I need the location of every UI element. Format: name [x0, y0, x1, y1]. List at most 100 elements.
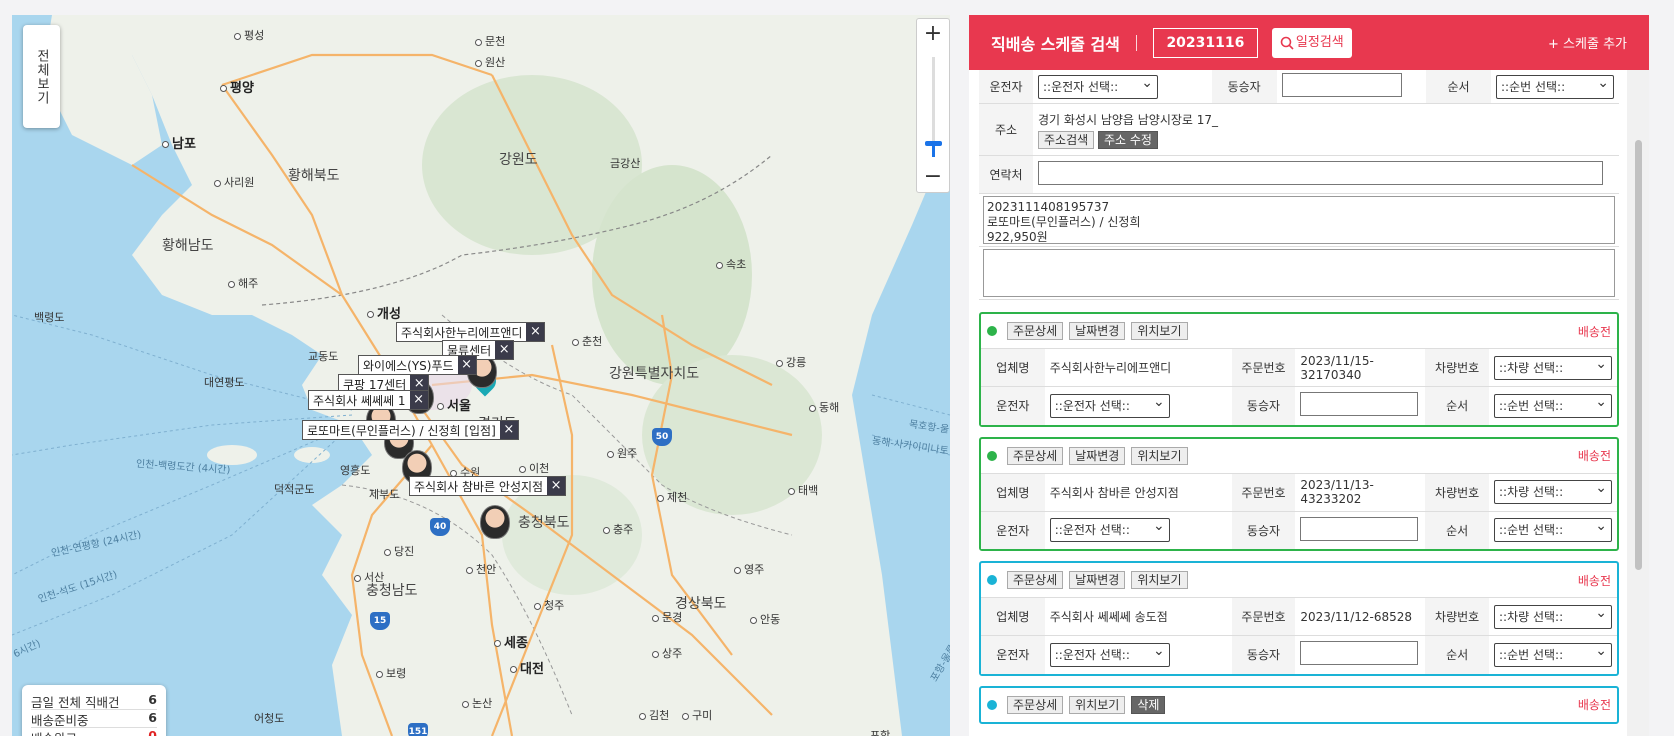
status-dot-icon — [987, 575, 997, 585]
close-icon[interactable]: × — [457, 356, 476, 374]
panel-scrollbar[interactable] — [1627, 70, 1649, 736]
driver-select[interactable]: ::운전자 선택:: — [1049, 391, 1170, 418]
delivery-card: 주문상세 날짜변경 위치보기 배송전 업체명 주식회사 참바른 안성지점 주문번… — [979, 436, 1619, 551]
driver-select[interactable]: ::운전자 선택:: — [1049, 515, 1170, 543]
map-marker-label[interactable]: 주식회사한누리에프앤디 × — [396, 322, 546, 342]
fullview-button[interactable]: 전체보기 — [23, 25, 60, 128]
schedule-search-button[interactable]: 일정검색 — [1271, 27, 1352, 58]
road-shield: 15 — [370, 612, 390, 630]
schedule-form: 운전자 ::운전자 선택:: 동승자 순서 ::순번 선택:: 주소 경기 화성… — [979, 70, 1619, 300]
zoom-out-button[interactable]: − — [917, 162, 949, 192]
city-label: 속초 — [716, 256, 746, 272]
map-marker-label[interactable]: 와이에스(YS)푸드 × — [358, 355, 477, 375]
map-marker-label[interactable]: 주식회사 참바른 안성지점 × — [409, 476, 567, 496]
map-marker-label[interactable]: 주식회사 쎄쎄쎄 1 × — [308, 390, 429, 410]
order-detail-button[interactable]: 주문상세 — [1007, 446, 1064, 465]
city-label: 원산 — [475, 54, 505, 70]
view-location-button[interactable]: 위치보기 — [1131, 322, 1188, 340]
partner-input[interactable] — [1300, 516, 1419, 541]
driver-avatar-marker[interactable] — [480, 505, 510, 539]
city-label: 평양 — [220, 77, 254, 96]
close-icon[interactable]: × — [526, 323, 545, 341]
contact-input[interactable] — [1038, 161, 1603, 185]
stat-row: 배송완료0 — [31, 728, 157, 736]
order-no-value: 2023/11/12-68528 — [1295, 597, 1426, 636]
delivery-card: 주문상세 위치보기 삭제 배송전 — [979, 685, 1619, 724]
delivery-card: 주문상세 날짜변경 위치보기 배송전 업체명 주식회사한누리에프앤디 주문번호 … — [979, 312, 1619, 427]
change-date-button[interactable]: 날짜변경 — [1069, 322, 1126, 340]
order-detail-button[interactable]: 주문상세 — [1007, 322, 1064, 340]
company-label: 업체명 — [981, 348, 1045, 387]
company-value: 주식회사 참바른 안성지점 — [1044, 472, 1232, 511]
company-label: 업체명 — [981, 472, 1045, 511]
order-select[interactable]: ::순번 선택:: — [1494, 515, 1612, 543]
city-label: 금강산 — [610, 157, 641, 170]
partner-input[interactable] — [1300, 392, 1419, 417]
change-date-button[interactable]: 날짜변경 — [1069, 446, 1126, 465]
city-label: 원주 — [607, 445, 637, 461]
zoom-slider-handle[interactable] — [925, 141, 942, 146]
city-label: 포항 — [870, 729, 891, 736]
partner-input[interactable] — [1300, 641, 1419, 666]
partner-input[interactable] — [1281, 73, 1402, 97]
region-label: 경상북도 — [675, 596, 727, 612]
order-label: 순서 — [1426, 70, 1491, 104]
delete-button[interactable]: 삭제 — [1131, 695, 1166, 714]
vehicle-select[interactable]: ::차량 선택:: — [1494, 353, 1612, 380]
order-detail-button[interactable]: 주문상세 — [1007, 571, 1064, 589]
address-value: 경기 화성시 남양읍 남양시장로 17_ — [1038, 112, 1219, 127]
company-value: 주식회사 쎄쎄쎄 송도점 — [1044, 597, 1232, 636]
driver-select[interactable]: ::운전자 선택:: — [1049, 640, 1170, 667]
panel-title: 직배송 스케줄 검색 — [991, 34, 1120, 54]
address-edit-button[interactable]: 주소 수정 — [1098, 130, 1158, 149]
zoom-in-button[interactable]: + — [917, 19, 949, 49]
search-icon — [1280, 36, 1294, 50]
city-label: 보령 — [376, 665, 406, 681]
road-shield: 50 — [652, 428, 672, 446]
memo-textarea[interactable]: 2023111408195737 로또마트(무인플러스) / 신정희 922,9… — [983, 196, 1615, 244]
status-badge: 배송전 — [1577, 324, 1611, 339]
stat-row: 금일 전체 직배건 6 — [31, 692, 157, 710]
order-detail-button[interactable]: 주문상세 — [1007, 695, 1064, 714]
city-label: 동해 — [809, 399, 839, 415]
address-search-button[interactable]: 주소검색 — [1038, 130, 1095, 149]
city-label: 교동도 — [308, 350, 339, 363]
driver-label: 운전자 — [981, 386, 1045, 425]
order-select[interactable]: ::순번 선택:: — [1496, 72, 1614, 99]
company-value: 주식회사한누리에프앤디 — [1044, 348, 1232, 387]
map-marker-label[interactable]: 로또마트(무인플러스) / 신정희 [입점] × — [302, 420, 519, 440]
city-label: 영흥도 — [340, 464, 371, 477]
panel-body[interactable]: 운전자 ::운전자 선택:: 동승자 순서 ::순번 선택:: 주소 경기 화성… — [979, 70, 1619, 736]
region-label: 충청북도 — [518, 515, 570, 531]
map-view[interactable]: 황해북도 황해남도 강원도 강원특별자치도 경기도 충청북도 충청남도 경상북도… — [12, 15, 950, 736]
change-date-button[interactable]: 날짜변경 — [1069, 571, 1126, 589]
city-label: 문천 — [475, 33, 505, 49]
close-icon[interactable]: × — [547, 477, 566, 495]
status-dot-icon — [987, 450, 997, 461]
view-location-button[interactable]: 위치보기 — [1131, 571, 1188, 589]
close-icon[interactable]: × — [499, 421, 518, 439]
vehicle-select[interactable]: ::차량 선택:: — [1494, 602, 1612, 629]
status-dot-icon — [987, 326, 997, 336]
add-schedule-button[interactable]: + 스케줄 추가 — [1548, 33, 1627, 52]
vehicle-select[interactable]: ::차량 선택:: — [1494, 477, 1612, 504]
vehicle-label: 차량번호 — [1425, 597, 1489, 636]
vehicle-label: 차량번호 — [1425, 348, 1489, 387]
city-label: 이천 — [519, 460, 549, 476]
scrollbar-thumb[interactable] — [1635, 140, 1642, 570]
address-label: 주소 — [979, 103, 1033, 156]
view-location-button[interactable]: 위치보기 — [1131, 446, 1188, 465]
note-textarea[interactable] — [983, 249, 1615, 297]
close-icon[interactable]: × — [495, 341, 514, 359]
view-location-button[interactable]: 위치보기 — [1069, 695, 1126, 714]
order-select[interactable]: ::순번 선택:: — [1494, 391, 1612, 418]
date-input[interactable]: 20231116 — [1152, 27, 1258, 58]
city-label: 어청도 — [254, 712, 285, 725]
driver-select[interactable]: ::운전자 선택:: — [1038, 72, 1158, 99]
status-dot-icon — [987, 699, 997, 710]
schedule-panel: 직배송 스케줄 검색 20231116 일정검색 + 스케줄 추가 운전자 ::… — [969, 15, 1649, 736]
zoom-control: + − — [916, 18, 950, 193]
close-icon[interactable]: × — [409, 391, 428, 409]
city-label: 남포 — [162, 133, 196, 152]
order-select[interactable]: ::순번 선택:: — [1494, 640, 1612, 667]
